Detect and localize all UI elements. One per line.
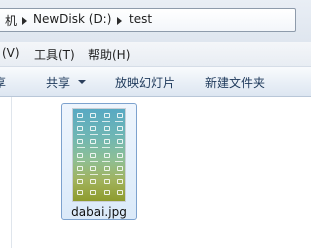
menu-view[interactable]: (V) [2, 46, 20, 60]
file-item[interactable]: dabai.jpg [61, 103, 137, 220]
address-bar-area: 机 NewDisk (D:) test [0, 0, 311, 42]
menu-bar: (V) 工具(T) 帮助(H) [0, 42, 311, 67]
new-folder-button[interactable]: 新建文件夹 [205, 74, 265, 91]
breadcrumb-separator-icon[interactable] [117, 17, 122, 25]
menu-help[interactable]: 帮助(H) [88, 46, 130, 63]
navigation-pane[interactable] [0, 97, 12, 248]
command-bar: 享 共享 放映幻灯片 新建文件夹 [0, 67, 311, 97]
slideshow-button[interactable]: 放映幻灯片 [115, 74, 175, 91]
file-name: dabai.jpg [71, 205, 127, 219]
share-with-button[interactable]: 享 [0, 74, 6, 91]
breadcrumb-newdisk[interactable]: NewDisk (D:) [33, 12, 111, 26]
share-button[interactable]: 共享 [46, 74, 70, 91]
image-thumbnail [72, 108, 126, 202]
breadcrumb-test[interactable]: test [129, 12, 152, 26]
menu-tools[interactable]: 工具(T) [34, 46, 75, 63]
breadcrumb-separator-icon[interactable] [22, 17, 27, 25]
file-list[interactable]: dabai.jpg [12, 97, 311, 248]
chevron-down-icon[interactable] [78, 80, 86, 84]
address-bar[interactable]: 机 NewDisk (D:) test [0, 8, 296, 32]
breadcrumb-computer[interactable]: 机 [5, 12, 17, 29]
